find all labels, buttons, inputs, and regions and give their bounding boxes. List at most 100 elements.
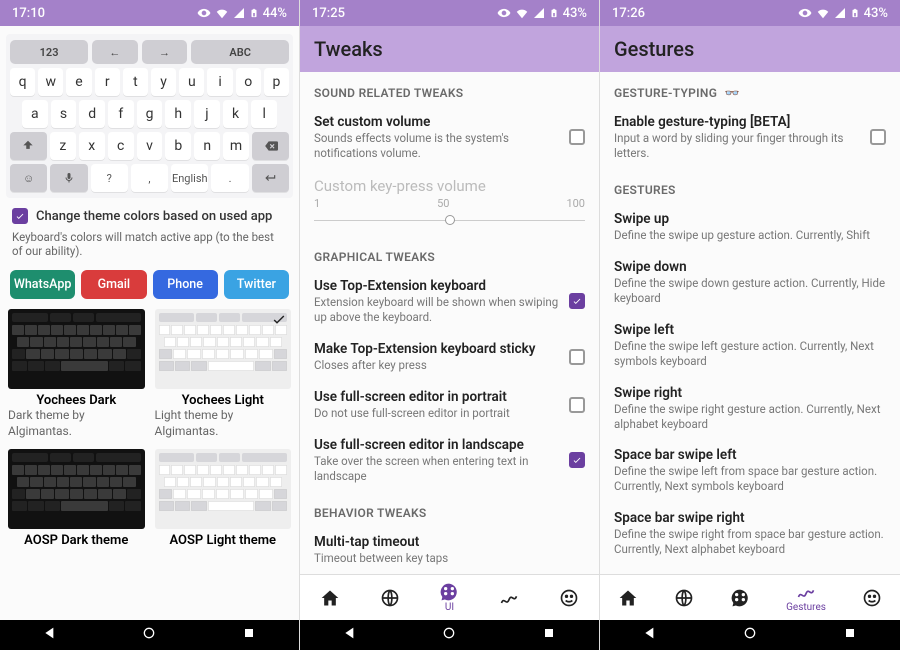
gesture-6[interactable]: Two fingers swipe leftDefine the two-fin… [600, 565, 900, 574]
signal-icon [233, 7, 245, 19]
nav-back-icon[interactable] [642, 625, 658, 645]
key-u[interactable]: u [179, 68, 204, 96]
gesture-4[interactable]: Space bar swipe leftDefine the swipe lef… [600, 439, 900, 502]
key-l[interactable]: l [251, 100, 277, 128]
key-abc[interactable]: ABC [191, 40, 289, 64]
nav-ui[interactable]: UI [439, 582, 459, 613]
key-j[interactable]: j [194, 100, 220, 128]
gesture-2[interactable]: Swipe leftDefine the swipe left gesture … [600, 314, 900, 377]
checkbox-checked-icon[interactable] [569, 293, 585, 309]
key-x[interactable]: x [79, 132, 105, 160]
chip-phone[interactable]: Phone [153, 270, 218, 299]
key-g[interactable]: g [137, 100, 163, 128]
android-nav [600, 620, 900, 650]
eye-icon [197, 6, 211, 20]
key-backspace[interactable] [252, 132, 289, 160]
setting-fs-portrait[interactable]: Use full-screen editor in portraitDo not… [300, 381, 599, 429]
slider-scale: 150100 [300, 195, 599, 210]
key-arrow-left[interactable]: ← [92, 40, 138, 64]
opt-change-theme-colors[interactable]: Change theme colors based on used app [0, 202, 299, 230]
key-m[interactable]: m [223, 132, 249, 160]
nav-gestures[interactable]: Gestures [786, 582, 826, 613]
key-arrow-right[interactable]: → [142, 40, 188, 64]
opt-desc: Keyboard's colors will match active app … [0, 230, 299, 266]
setting-enable-gesture-typing[interactable]: Enable gesture-typing [BETA]Input a word… [600, 106, 900, 169]
key-t[interactable]: t [123, 68, 148, 96]
chip-twitter[interactable]: Twitter [224, 270, 289, 299]
checkbox-checked-icon[interactable] [569, 452, 585, 468]
theme-t0[interactable]: Yochees Dark Dark theme by Algimantas. [8, 309, 145, 439]
key-r[interactable]: r [95, 68, 120, 96]
key-o[interactable]: o [236, 68, 261, 96]
key-v[interactable]: v [137, 132, 163, 160]
key-y[interactable]: y [151, 68, 176, 96]
gesture-0[interactable]: Swipe upDefine the swipe up gesture acti… [600, 203, 900, 251]
nav-back-icon[interactable] [42, 625, 58, 645]
key-shift[interactable] [10, 132, 47, 160]
nav-home-icon[interactable] [141, 625, 157, 645]
key-z[interactable]: z [50, 132, 76, 160]
checkbox-icon[interactable] [870, 129, 886, 145]
setting-top-ext[interactable]: Use Top-Extension keyboardExtension keyb… [300, 270, 599, 333]
gesture-5[interactable]: Space bar swipe rightDefine the swipe ri… [600, 502, 900, 565]
key-i[interactable]: i [207, 68, 232, 96]
nav-home[interactable] [320, 588, 340, 608]
nav-recent-icon[interactable] [842, 625, 858, 645]
key-s[interactable]: s [51, 100, 77, 128]
nav-quick[interactable] [559, 588, 579, 608]
key-comma[interactable]: , [131, 164, 168, 192]
key-q[interactable]: ? [91, 164, 128, 192]
status-bar: 17:25 43% [300, 0, 599, 26]
setting-top-ext-sticky[interactable]: Make Top-Extension keyboard stickyCloses… [300, 333, 599, 381]
eye-icon [798, 6, 812, 20]
nav-back-icon[interactable] [342, 625, 358, 645]
key-emoji[interactable]: ☺ [10, 164, 47, 192]
key-enter[interactable] [252, 164, 289, 192]
key-space[interactable]: English [171, 164, 208, 192]
key-w[interactable]: w [38, 68, 63, 96]
nav-ui[interactable] [730, 588, 750, 608]
key-e[interactable]: e [66, 68, 91, 96]
nav-home[interactable] [618, 588, 638, 608]
key-p[interactable]: p [264, 68, 289, 96]
phone-gestures: 17:26 43% Gestures GESTURE-TYPING 👓 Enab… [600, 0, 900, 650]
nav-langs[interactable] [380, 588, 400, 608]
key-f[interactable]: f [108, 100, 134, 128]
appbar-title: Gestures [600, 26, 900, 72]
slider[interactable] [314, 210, 585, 230]
setting-custom-volume[interactable]: Set custom volume Sounds effects volume … [300, 106, 599, 169]
signal-icon [834, 7, 846, 19]
chip-whatsapp[interactable]: WhatsApp [10, 270, 75, 299]
nav-quick[interactable] [862, 588, 882, 608]
nav-recent-icon[interactable] [541, 625, 557, 645]
key-n[interactable]: n [194, 132, 220, 160]
nav-gestures[interactable] [499, 588, 519, 608]
chip-gmail[interactable]: Gmail [81, 270, 146, 299]
checkbox-icon[interactable] [569, 349, 585, 365]
nav-recent-icon[interactable] [241, 625, 257, 645]
theme-t2[interactable]: AOSP Dark theme [8, 449, 145, 548]
theme-t1[interactable]: Yochees Light Light theme by Algimantas. [155, 309, 292, 439]
nav-home-icon[interactable] [441, 625, 457, 645]
theme-t3[interactable]: AOSP Light theme [155, 449, 292, 548]
nav-langs[interactable] [674, 588, 694, 608]
key-123[interactable]: 123 [10, 40, 88, 64]
checkbox-icon[interactable] [569, 397, 585, 413]
wifi-icon [816, 6, 830, 20]
clock: 17:10 [12, 6, 45, 21]
key-k[interactable]: k [223, 100, 249, 128]
key-h[interactable]: h [165, 100, 191, 128]
key-dot[interactable]: . [211, 164, 248, 192]
key-a[interactable]: a [22, 100, 48, 128]
key-mic[interactable] [50, 164, 87, 192]
setting-fs-landscape[interactable]: Use full-screen editor in landscapeTake … [300, 429, 599, 492]
checkbox-icon[interactable] [569, 129, 585, 145]
setting-multitap[interactable]: Multi-tap timeoutTimeout between key tap… [300, 526, 599, 574]
key-d[interactable]: d [79, 100, 105, 128]
nav-home-icon[interactable] [742, 625, 758, 645]
key-c[interactable]: c [108, 132, 134, 160]
gesture-3[interactable]: Swipe rightDefine the swipe right gestur… [600, 377, 900, 440]
key-q[interactable]: q [10, 68, 35, 96]
gesture-1[interactable]: Swipe downDefine the swipe down gesture … [600, 251, 900, 314]
key-b[interactable]: b [165, 132, 191, 160]
